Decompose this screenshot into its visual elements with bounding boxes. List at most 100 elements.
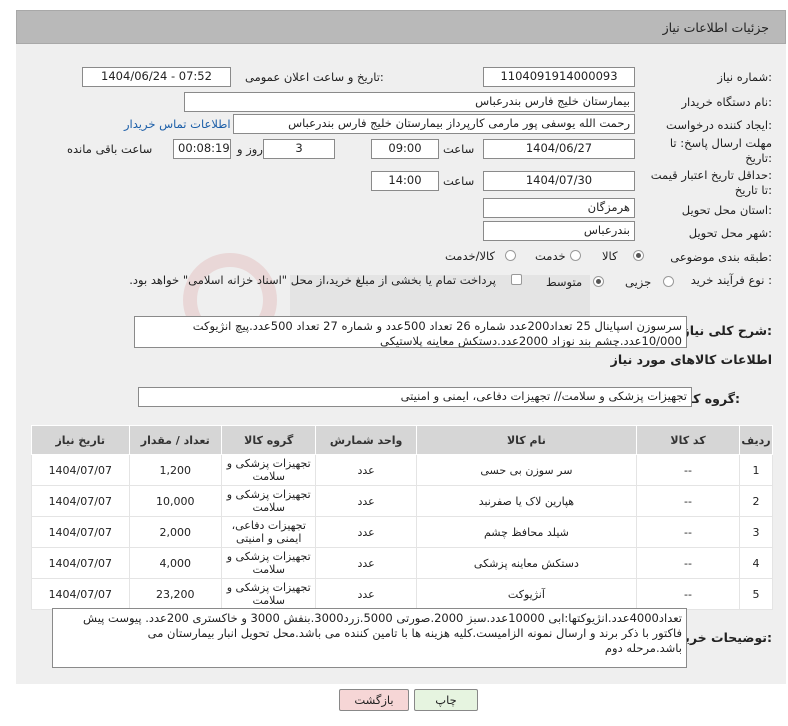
item-group-line-1: تجهیزات پزشکی و bbox=[226, 457, 311, 470]
item-date: 1404/07/07 bbox=[31, 578, 130, 610]
item-group-line-1: تجهیزات پزشکی و bbox=[226, 488, 311, 501]
process-option-minor: جزیی bbox=[625, 275, 652, 289]
item-qty: 4,000 bbox=[128, 547, 223, 579]
col-group: گروه کالا bbox=[221, 425, 317, 455]
item-qty: 2,000 bbox=[128, 516, 223, 548]
category-radio-service[interactable] bbox=[570, 250, 581, 261]
item-qty: 10,000 bbox=[128, 485, 223, 517]
deadline-time-field: 09:00 bbox=[371, 139, 439, 159]
item-name: هپارین لاک یا صفرنبد bbox=[415, 485, 638, 517]
category-label: طبقه بندی موضوعی: bbox=[670, 250, 772, 264]
item-group: تجهیزات پزشکی و سلامت bbox=[221, 454, 317, 486]
item-group-line-2: سلامت bbox=[252, 470, 285, 483]
category-option-goods: کالا bbox=[602, 249, 618, 263]
announce-label: تاریخ و ساعت اعلان عمومی: bbox=[245, 70, 384, 84]
item-unit: عدد bbox=[315, 578, 417, 610]
item-code: -- bbox=[636, 516, 741, 548]
item-group: تجهیزات دفاعی، ایمنی و امنیتی bbox=[221, 516, 317, 548]
buyer-notes-line-3: باشد.مرحله دوم bbox=[604, 641, 682, 655]
item-date: 1404/07/07 bbox=[31, 485, 130, 517]
need-number-label: شماره نیاز: bbox=[717, 70, 772, 84]
category-radio-goods-service[interactable] bbox=[505, 250, 516, 261]
item-group: تجهیزات پزشکی و سلامت bbox=[221, 547, 317, 579]
goods-group-field: تجهیزات پزشکی و سلامت// تجهیزات دفاعی، ا… bbox=[138, 387, 692, 407]
item-code: -- bbox=[636, 454, 741, 486]
item-code: -- bbox=[636, 578, 741, 610]
item-group: تجهیزات پزشکی و سلامت bbox=[221, 578, 317, 610]
table-row: 3 -- شیلد محافظ چشم عدد تجهیزات دفاعی، ای… bbox=[31, 516, 773, 548]
item-date: 1404/07/07 bbox=[31, 547, 130, 579]
price-valid-date-field: 1404/07/30 bbox=[483, 171, 635, 191]
item-group-line-2: ایمنی و امنیتی bbox=[236, 532, 302, 545]
row-number: 3 bbox=[739, 516, 773, 548]
row-number: 4 bbox=[739, 547, 773, 579]
days-field: 3 bbox=[263, 139, 335, 159]
summary-line-1: سرسوزن اسپاینال 25 تعداد200عدد شماره 26 … bbox=[192, 319, 682, 333]
back-button[interactable]: بازگشت bbox=[339, 689, 409, 711]
deadline-label: مهلت ارسال پاسخ: تا bbox=[669, 136, 772, 150]
items-table-header: ردیف کد کالا نام کالا واحد شمارش گروه کا… bbox=[31, 425, 773, 455]
remaining-label: ساعت باقی مانده bbox=[67, 142, 153, 156]
city-field: بندرعباس bbox=[483, 221, 635, 241]
price-valid-time-field: 14:00 bbox=[371, 171, 439, 191]
buyer-org-label: نام دستگاه خریدار: bbox=[681, 95, 772, 109]
table-row: 5 -- آنژیوکت عدد تجهیزات پزشکی و سلامت 23… bbox=[31, 578, 773, 610]
col-row: ردیف bbox=[739, 425, 773, 455]
process-label: نوع فرآیند خرید : bbox=[690, 273, 772, 287]
page-header: جزئیات اطلاعات نیاز bbox=[16, 10, 786, 44]
province-field: هرمزگان bbox=[483, 198, 635, 218]
creator-label: ایجاد کننده درخواست: bbox=[666, 118, 772, 132]
item-unit: عدد bbox=[315, 485, 417, 517]
item-group-line-2: سلامت bbox=[252, 594, 285, 607]
price-valid-time-label: ساعت bbox=[443, 174, 475, 188]
page-title: جزئیات اطلاعات نیاز bbox=[662, 20, 769, 35]
treasury-payment-checkbox[interactable] bbox=[511, 274, 522, 285]
process-radio-minor[interactable] bbox=[663, 276, 674, 287]
category-option-goods-service: کالا/خدمت bbox=[445, 249, 496, 263]
item-name: سر سوزن بی حسی bbox=[415, 454, 638, 486]
announce-field: 1404/06/24 - 07:52 bbox=[82, 67, 231, 87]
col-qty: تعداد / مقدار bbox=[128, 425, 223, 455]
item-date: 1404/07/07 bbox=[31, 454, 130, 486]
buyer-contact-link[interactable]: اطلاعات تماس خریدار bbox=[124, 117, 231, 131]
buyer-org-field: بیمارستان خلیج فارس بندرعباس bbox=[184, 92, 635, 112]
process-option-medium: متوسط bbox=[546, 275, 583, 289]
col-name: نام کالا bbox=[415, 425, 638, 455]
price-valid-label-date: تا تاریخ: bbox=[734, 183, 772, 197]
item-unit: عدد bbox=[315, 547, 417, 579]
table-row: 1 -- سر سوزن بی حسی عدد تجهیزات پزشکی وس… bbox=[31, 454, 773, 486]
buyer-notes-field: تعداد4000عدد.انژیوکتها:ابی 10000عدد.سبز … bbox=[52, 608, 687, 668]
item-name: شیلد محافظ چشم bbox=[415, 516, 638, 548]
item-qty: 23,200 bbox=[128, 578, 223, 610]
item-name: دستکش معاینه پزشکی bbox=[415, 547, 638, 579]
goods-info-title: اطلاعات کالاهای مورد نیاز bbox=[610, 352, 772, 367]
category-radio-goods[interactable] bbox=[633, 250, 644, 261]
item-group-line-2: سلامت bbox=[252, 563, 285, 576]
city-label: شهر محل تحویل: bbox=[688, 226, 772, 240]
col-date: تاریخ نیاز bbox=[31, 425, 130, 455]
table-row: 2 -- هپارین لاک یا صفرنبد عدد تجهیزات پز… bbox=[31, 485, 773, 517]
need-number-field: 1104091914000093 bbox=[483, 67, 635, 87]
row-number: 1 bbox=[739, 454, 773, 486]
remaining-time-field: 00:08:19 bbox=[173, 139, 231, 159]
category-option-service: خدمت bbox=[535, 249, 566, 263]
days-label: روز و bbox=[237, 142, 263, 156]
deadline-time-label: ساعت bbox=[443, 142, 475, 156]
item-unit: عدد bbox=[315, 454, 417, 486]
item-code: -- bbox=[636, 485, 741, 517]
province-label: استان محل تحویل: bbox=[681, 203, 772, 217]
item-group-line-2: سلامت bbox=[252, 501, 285, 514]
item-group: تجهیزات پزشکی و سلامت bbox=[221, 485, 317, 517]
process-radio-medium[interactable] bbox=[593, 276, 604, 287]
item-unit: عدد bbox=[315, 516, 417, 548]
print-button[interactable]: چاپ bbox=[414, 689, 478, 711]
row-number: 5 bbox=[739, 578, 773, 610]
item-group-line-1: تجهیزات پزشکی و bbox=[226, 581, 311, 594]
item-code: -- bbox=[636, 547, 741, 579]
item-name: آنژیوکت bbox=[415, 578, 638, 610]
row-number: 2 bbox=[739, 485, 773, 517]
summary-line-2: 10/000عدد.چشم بند نوزاد 2000عدد.دستکش مع… bbox=[380, 334, 682, 348]
item-group-line-1: تجهیزات پزشکی و bbox=[226, 550, 311, 563]
buyer-notes-line-1: تعداد4000عدد.انژیوکتها:ابی 10000عدد.سبز … bbox=[83, 611, 682, 625]
items-table: ردیف کد کالا نام کالا واحد شمارش گروه کا… bbox=[31, 425, 773, 610]
